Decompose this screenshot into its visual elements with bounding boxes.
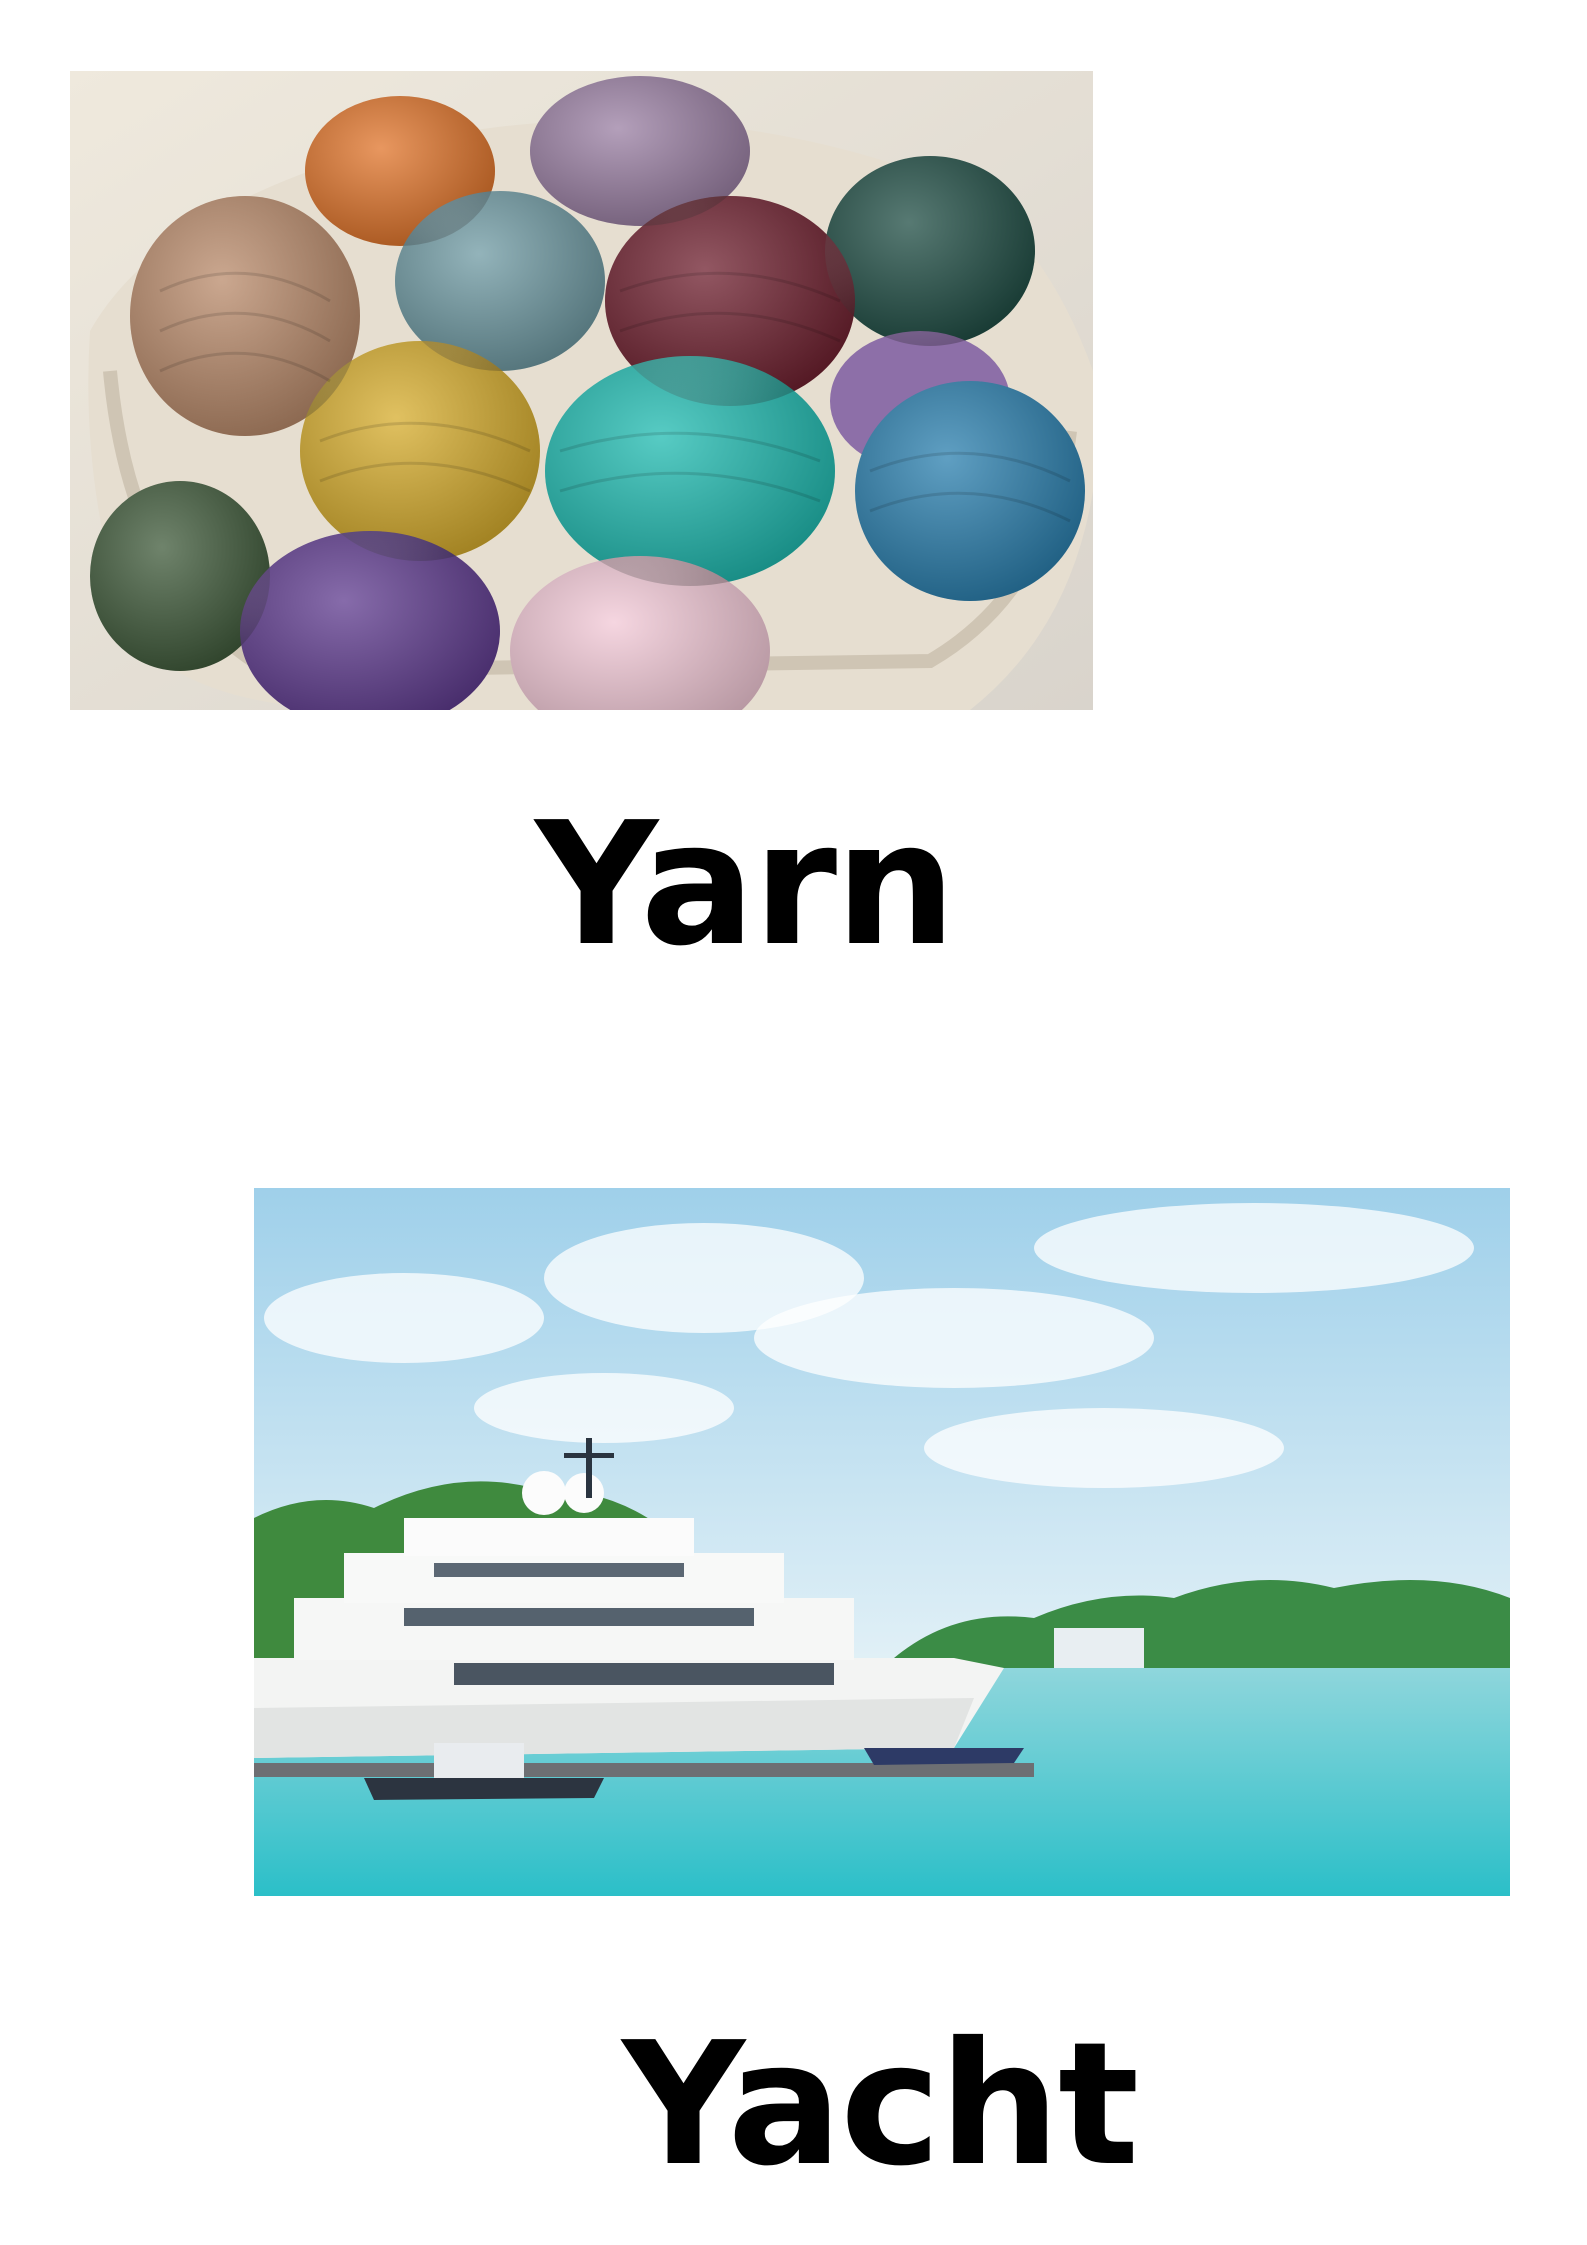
yarn-photo: [70, 71, 1093, 710]
word-yacht: Yacht: [622, 2006, 1139, 2204]
yarn-basket-image: [70, 71, 1093, 710]
yacht-marina-image: [254, 1188, 1510, 1896]
yacht-photo: [254, 1188, 1510, 1896]
word-yarn: Yarn: [535, 786, 956, 984]
